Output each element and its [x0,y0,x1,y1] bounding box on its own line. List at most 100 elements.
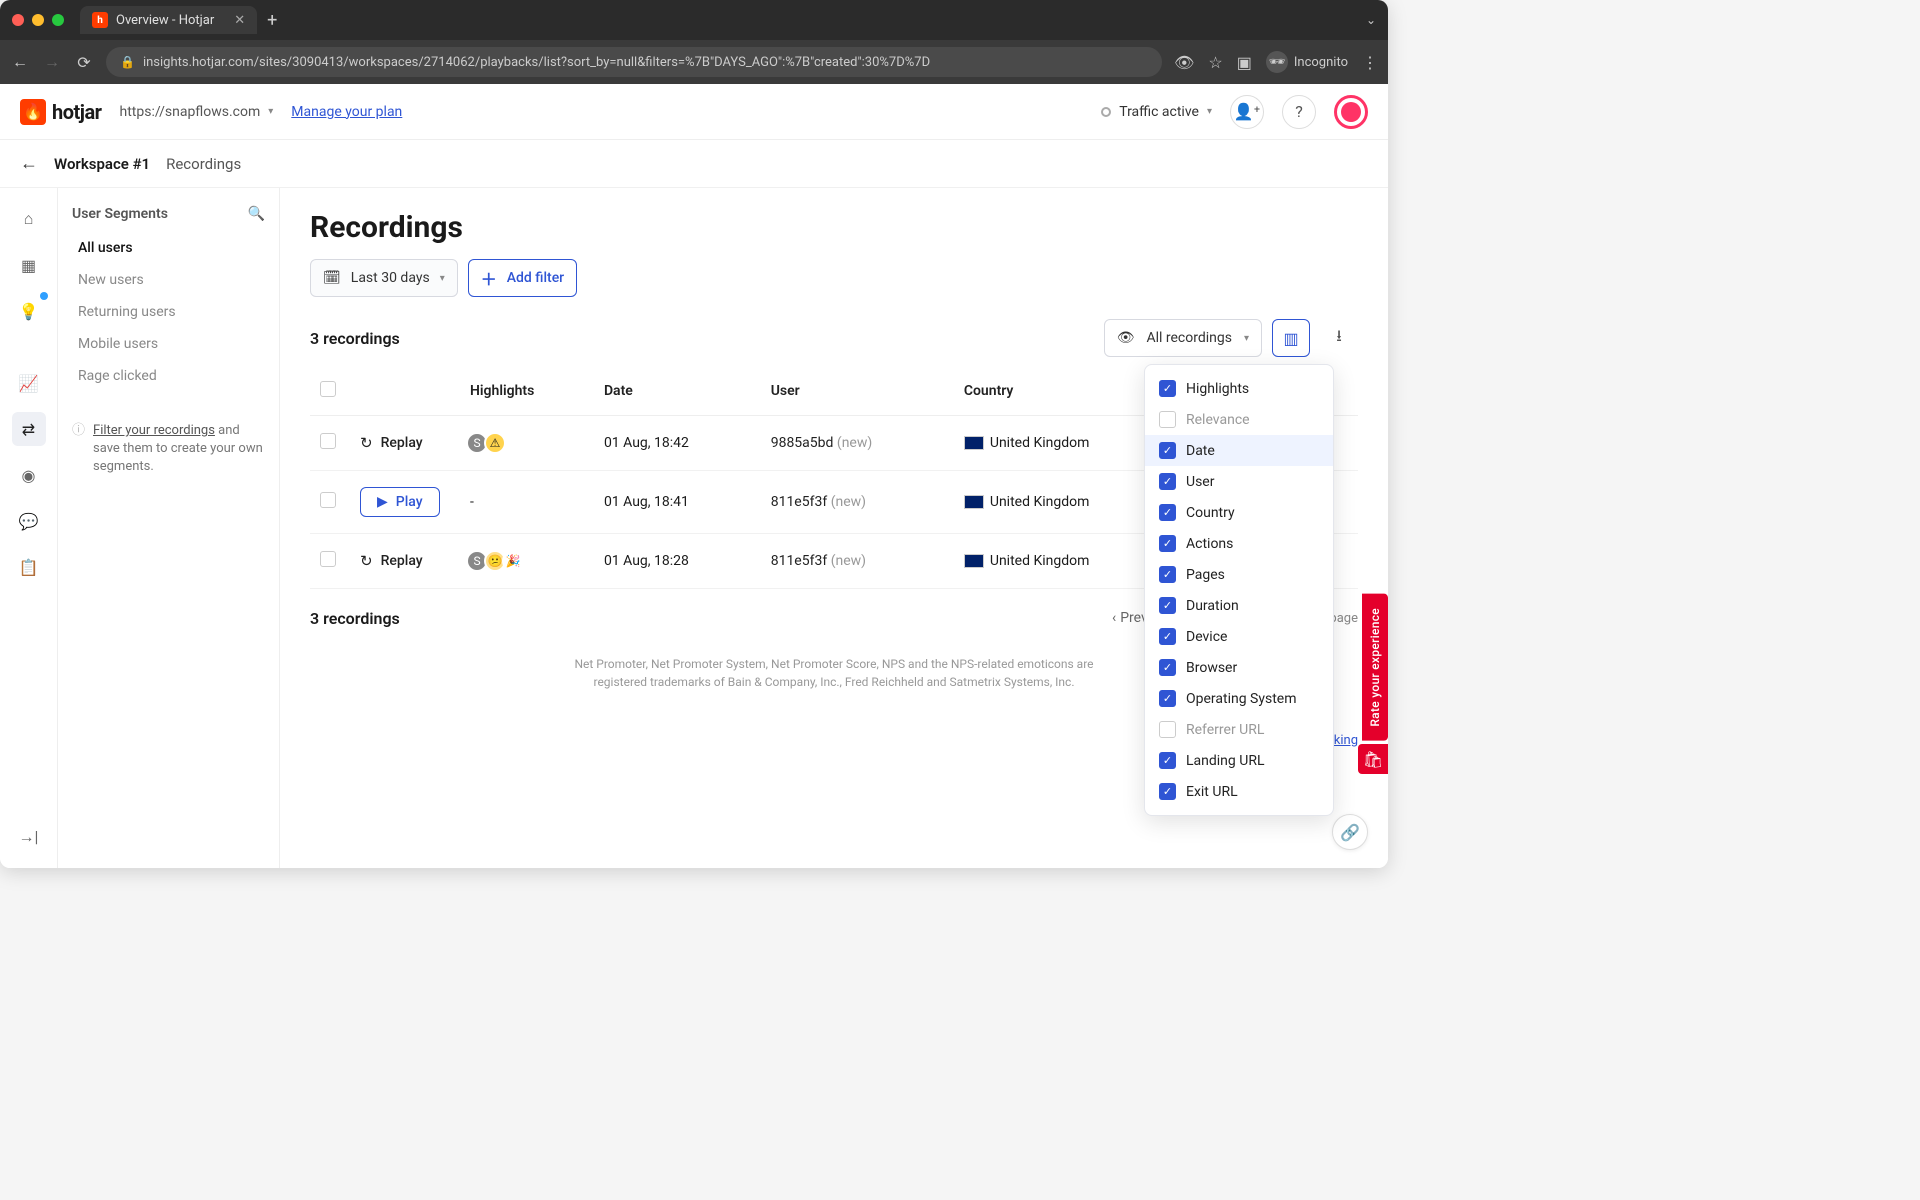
column-option-label: Exit URL [1186,784,1238,800]
traffic-label: Traffic active [1119,104,1199,120]
user-avatar[interactable] [1334,95,1368,129]
segment-returning-users[interactable]: Returning users [72,296,265,328]
column-option-operating-system[interactable]: ✓Operating System [1145,683,1333,714]
column-option-referrer-url[interactable]: Referrer URL [1145,714,1333,745]
segment-new-users[interactable]: New users [72,264,265,296]
column-option-date[interactable]: ✓Date [1145,435,1333,466]
column-option-actions[interactable]: ✓Actions [1145,528,1333,559]
eye-off-icon[interactable]: 👁 [1174,53,1194,72]
tab-close-icon[interactable]: ✕ [234,13,245,28]
column-option-label: Landing URL [1186,753,1265,769]
column-option-landing-url[interactable]: ✓Landing URL [1145,745,1333,776]
highlight-badges: S⚠ [470,432,584,454]
legal-text: Net Promoter, Net Promoter System, Net P… [574,655,1094,691]
share-link-button[interactable]: 🔗 [1332,814,1368,850]
prev-page-button[interactable]: ‹ Prev [1112,610,1148,626]
cell-user-id[interactable]: 9885a5bd [771,435,834,451]
replay-button[interactable]: ↻Replay [360,434,423,452]
checkbox-icon: ✓ [1159,690,1176,707]
minimize-window-button[interactable] [32,14,44,26]
manage-plan-link[interactable]: Manage your plan [291,104,402,120]
address-bar[interactable]: 🔒 insights.hotjar.com/sites/3090413/work… [106,47,1162,77]
segment-mobile-users[interactable]: Mobile users [72,328,265,360]
profile-incognito[interactable]: 🕶 Incognito [1266,51,1348,73]
column-option-label: Actions [1186,536,1233,552]
filter-recordings-link[interactable]: Filter your recordings [93,423,215,438]
main-content: Recordings 🗓 Last 30 days ▾ ＋ Add filter… [280,188,1388,868]
feedback-widget-icon[interactable]: 🛍 [1358,744,1388,774]
traffic-status[interactable]: Traffic active ▾ [1101,104,1212,120]
cell-user-id[interactable]: 811e5f3f [771,553,828,569]
column-option-browser[interactable]: ✓Browser [1145,652,1333,683]
cell-user-id[interactable]: 811e5f3f [771,494,828,510]
column-option-relevance[interactable]: Relevance [1145,404,1333,435]
grid-icon[interactable]: ▦ [12,248,46,282]
column-option-exit-url[interactable]: ✓ Exit URL [1145,776,1333,807]
column-option-user[interactable]: ✓User [1145,466,1333,497]
col-highlights[interactable]: Highlights [460,367,594,416]
columns-dropdown: ✓HighlightsRelevance✓Date✓User✓Country✓A… [1144,364,1334,816]
forward-button[interactable]: → [42,52,62,72]
close-window-button[interactable] [12,14,24,26]
back-button[interactable]: ← [10,52,30,72]
date-range-filter[interactable]: 🗓 Last 30 days ▾ [310,259,458,297]
heatmaps-icon[interactable]: ◉ [12,458,46,492]
column-option-country[interactable]: ✓Country [1145,497,1333,528]
segments-sidebar: User Segments 🔍 All users New users Retu… [58,188,280,868]
row-checkbox[interactable] [320,551,336,567]
select-all-checkbox[interactable] [320,381,336,397]
segment-all-users[interactable]: All users [72,232,265,264]
checkbox-icon: ✓ [1159,659,1176,676]
home-icon[interactable]: ⌂ [12,202,46,236]
row-checkbox[interactable] [320,492,336,508]
collapse-rail-icon[interactable]: →| [12,820,46,854]
page-title: Recordings [310,210,1358,245]
tabs-menu-icon[interactable]: ⌄ [1366,13,1376,27]
brand-name: hotjar [52,100,102,124]
download-button[interactable]: ⭳ [1320,319,1358,357]
app-header: 🔥 hotjar https://snapflows.com ▾ Manage … [0,84,1388,140]
replay-button[interactable]: ↻Replay [360,552,423,570]
surveys-icon[interactable]: 📋 [12,550,46,584]
feedback-tab[interactable]: Rate your experience [1362,594,1388,741]
column-option-duration[interactable]: ✓Duration [1145,590,1333,621]
col-user[interactable]: User [761,367,954,416]
trends-icon[interactable]: 📈 [12,366,46,400]
columns-button[interactable]: ▥ [1272,319,1310,357]
invite-user-button[interactable]: 👤⁺ [1230,95,1264,129]
site-selector[interactable]: https://snapflows.com ▾ [120,104,274,120]
column-option-pages[interactable]: ✓Pages [1145,559,1333,590]
bookmark-star-icon[interactable]: ☆ [1208,53,1222,72]
browser-tab[interactable]: h Overview - Hotjar ✕ [80,6,257,34]
incognito-icon: 🕶 [1266,51,1288,73]
checkbox-icon: ✓ [1159,783,1176,800]
visibility-filter[interactable]: 👁 All recordings ▾ [1104,319,1262,357]
incognito-label: Incognito [1294,55,1348,70]
insights-icon[interactable]: 💡 [12,294,46,328]
help-button[interactable]: ? [1282,95,1316,129]
segment-rage-clicked[interactable]: Rage clicked [72,360,265,392]
hotjar-logo[interactable]: 🔥 hotjar [20,99,102,125]
col-date[interactable]: Date [594,367,761,416]
column-option-highlights[interactable]: ✓Highlights [1145,373,1333,404]
add-filter-button[interactable]: ＋ Add filter [468,259,577,297]
sidebar-hint: ⓘ Filter your recordings and save them t… [72,422,265,477]
extensions-icon[interactable]: ▣ [1237,53,1252,72]
highlight-badges: S😕🎉 [470,550,584,572]
recordings-icon[interactable]: ⇄ [12,412,46,446]
workspace-name[interactable]: Workspace #1 [54,155,150,173]
row-checkbox[interactable] [320,433,336,449]
pulse-icon [1101,107,1111,117]
plus-icon: ＋ [481,266,497,290]
column-option-device[interactable]: ✓Device [1145,621,1333,652]
kebab-menu-icon[interactable]: ⋮ [1362,53,1378,72]
reload-button[interactable]: ⟳ [74,53,94,72]
chevron-down-icon: ▾ [440,273,445,284]
feedback-icon[interactable]: 💬 [12,504,46,538]
back-arrow-icon[interactable]: ← [20,153,38,174]
play-button[interactable]: ▶Play [360,487,440,517]
hotjar-flame-icon: 🔥 [20,99,46,125]
search-icon[interactable]: 🔍 [248,206,265,222]
maximize-window-button[interactable] [52,14,64,26]
new-tab-button[interactable]: + [267,10,277,31]
